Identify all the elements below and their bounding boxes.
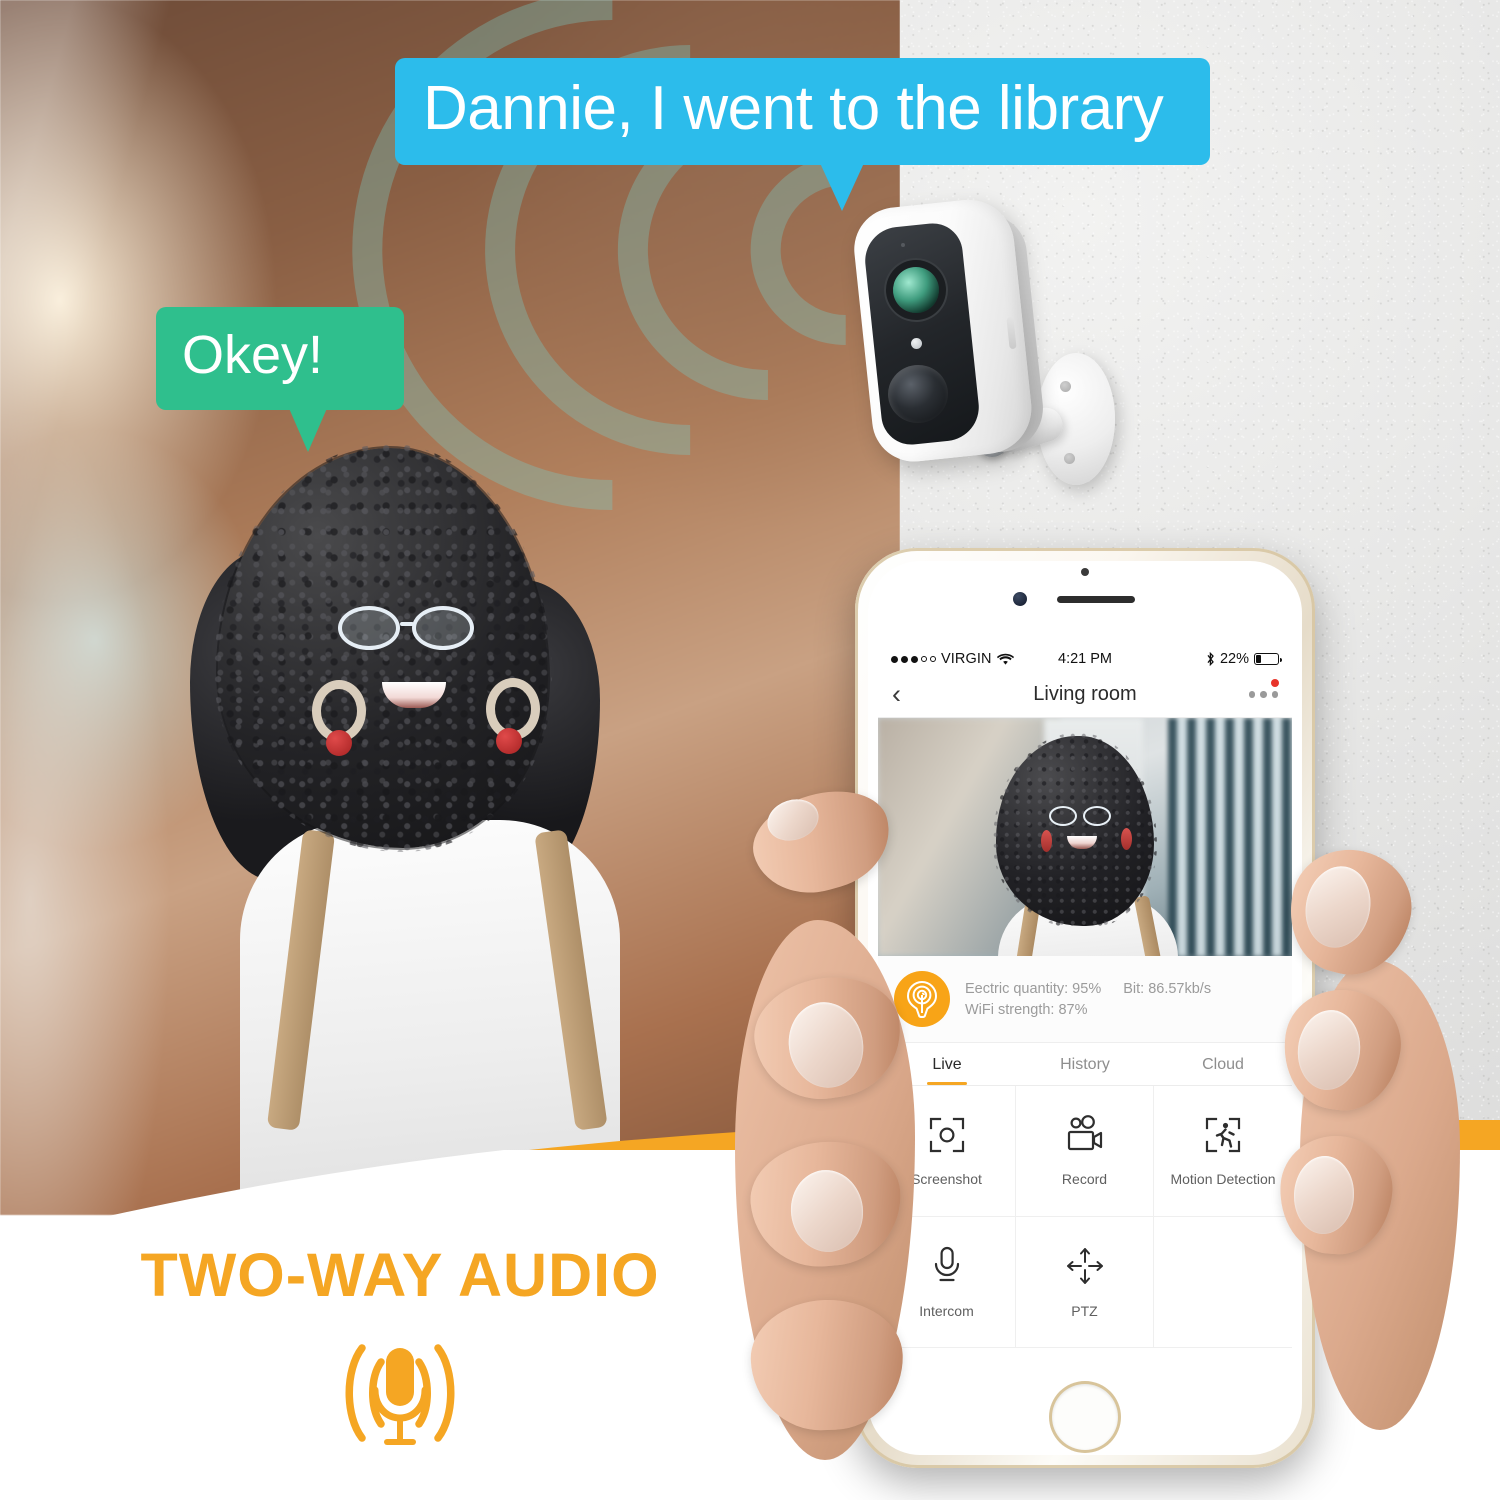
video-camera-icon <box>1067 1115 1102 1151</box>
tab-cloud[interactable]: Cloud <box>1154 1043 1292 1085</box>
speech-bubble-remote-text: Dannie, I went to the library <box>423 74 1164 143</box>
tab-history[interactable]: History <box>1016 1043 1154 1085</box>
phone-front-camera <box>1013 592 1027 606</box>
section-tabs: Live History Cloud <box>878 1043 1292 1086</box>
bluetooth-icon <box>1207 652 1214 666</box>
bit-rate-label: Bit: 86.57kb/s <box>1123 980 1212 997</box>
microphone-sound-waves-icon <box>305 1328 495 1463</box>
carrier-label: VIRGIN <box>941 651 992 667</box>
electric-quantity-label: Eectric quantity: 95% <box>965 980 1102 997</box>
speech-bubble-remote: Dannie, I went to the library <box>395 58 1210 212</box>
motion-person-icon <box>1205 1117 1241 1153</box>
live-video-preview[interactable] <box>878 718 1292 956</box>
footer-title: TWO-WAY AUDIO <box>140 1241 660 1309</box>
action-motion-detection[interactable]: Motion Detection <box>1154 1086 1292 1217</box>
wifi-strength-label: WiFi strength: 87% <box>965 1001 1088 1018</box>
phone-home-button[interactable] <box>1052 1384 1118 1450</box>
speech-bubble-reply-text: Okey! <box>182 325 324 385</box>
action-ptz-label: PTZ <box>1071 1303 1098 1319</box>
hand-holding-phone-right <box>1276 837 1460 1450</box>
camera-microphone-hole <box>901 243 905 247</box>
wifi-icon <box>996 653 1014 665</box>
action-empty-slot <box>1154 1217 1292 1348</box>
smartphone-device: VIRGIN 4:21 PM 22% ‹ Living room Eectric… <box>855 548 1315 1468</box>
wireless-security-camera <box>850 195 1120 515</box>
microphone-icon <box>934 1246 959 1282</box>
cellular-signal-icon <box>891 655 936 663</box>
action-intercom-label: Intercom <box>919 1303 974 1319</box>
camera-status-info: Eectric quantity: 95% Bit: 86.57kb/s WiF… <box>878 956 1292 1043</box>
action-record-label: Record <box>1061 1171 1108 1187</box>
app-navigation-bar: ‹ Living room <box>878 672 1292 718</box>
more-options-button[interactable] <box>1248 691 1278 698</box>
status-bar-time: 4:21 PM <box>1058 651 1112 667</box>
phone-earpiece-speaker <box>1057 596 1135 603</box>
marketing-scene: Dannie, I went to the library Okey! VIRG… <box>0 0 1500 1500</box>
action-motion-detection-label: Motion Detection <box>1170 1171 1276 1187</box>
camera-action-grid: Screenshot Record Motion Detection Inter… <box>878 1086 1292 1348</box>
speech-bubble-reply: Okey! <box>156 307 404 452</box>
ios-status-bar: VIRGIN 4:21 PM 22% <box>878 646 1292 672</box>
notification-badge <box>1271 679 1279 687</box>
action-ptz[interactable]: PTZ <box>1016 1217 1154 1348</box>
action-screenshot-label: Screenshot <box>911 1171 982 1187</box>
phone-screen: VIRGIN 4:21 PM 22% ‹ Living room Eectric… <box>878 646 1292 1416</box>
action-record[interactable]: Record <box>1016 1086 1154 1217</box>
battery-percent-label: 22% <box>1219 651 1249 667</box>
battery-icon <box>1254 653 1283 665</box>
screenshot-frame-icon <box>929 1117 964 1153</box>
woman-photo <box>100 430 720 1220</box>
page-title: Living room <box>1033 683 1137 705</box>
four-arrows-icon <box>1066 1248 1103 1284</box>
footer-banner: TWO-WAY AUDIO <box>0 1218 800 1500</box>
phone-ambient-sensor <box>1081 568 1089 576</box>
camera-led-indicator <box>911 338 922 349</box>
